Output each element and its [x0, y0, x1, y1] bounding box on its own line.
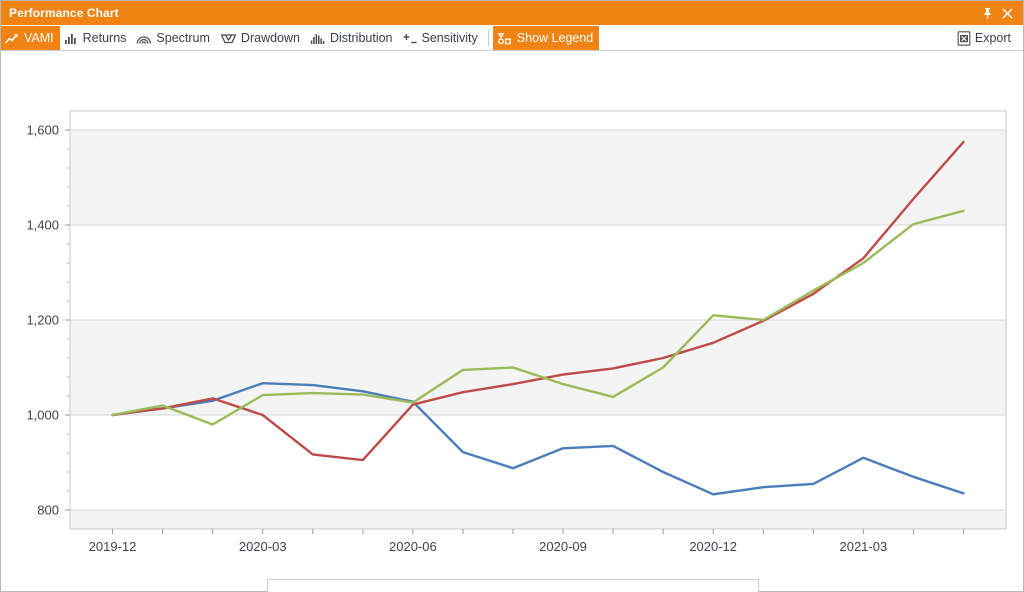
tab-drawdown[interactable]: Drawdown [216, 26, 306, 50]
tab-distribution-label: Distribution [330, 26, 393, 50]
y-tick-label: 1,200 [26, 313, 59, 328]
tab-drawdown-label: Drawdown [241, 26, 300, 50]
toolbar-separator [488, 29, 489, 46]
x-tick-label: 2019-12 [89, 539, 137, 554]
window-title: Performance Chart [9, 1, 977, 25]
tab-sensitivity-label: Sensitivity [422, 26, 478, 50]
spectrum-icon [136, 32, 152, 45]
window-titlebar: Performance Chart [1, 1, 1023, 25]
chart-legend: U.S. Dollar IndexCPI All Items Monthly C… [267, 579, 759, 592]
performance-chart-window: Performance Chart VAMI [0, 0, 1024, 592]
x-tick-label: 2020-12 [689, 539, 737, 554]
y-tick-label: 1,400 [26, 218, 59, 233]
toggle-show-legend[interactable]: Show Legend [493, 26, 599, 50]
plot-band [70, 510, 1006, 529]
chart-canvas: 800 1,000 1,200 1,400 1,600 2019-12 2020-03 202… [1, 51, 1023, 591]
trend-up-icon [5, 32, 20, 45]
x-tick-label: 2021-03 [839, 539, 887, 554]
bar-chart-icon [64, 32, 79, 45]
y-tick-label: 1,600 [26, 123, 59, 138]
drawdown-icon [220, 32, 237, 45]
histogram-icon [310, 32, 326, 45]
pin-icon[interactable] [977, 3, 997, 23]
plot-band [70, 130, 1006, 225]
y-tick-label: 800 [37, 503, 59, 518]
x-tick-label: 2020-06 [389, 539, 437, 554]
export-label: Export [975, 26, 1011, 50]
performance-line-chart: 800 1,000 1,200 1,400 1,600 2019-12 2020-03 202… [1, 51, 1023, 591]
tab-distribution[interactable]: Distribution [306, 26, 399, 50]
tab-returns-label: Returns [83, 26, 127, 50]
close-icon[interactable] [997, 3, 1017, 23]
x-tick-label: 2020-03 [239, 539, 287, 554]
x-tick-label: 2020-09 [539, 539, 587, 554]
chart-toolbar: VAMI Returns [1, 25, 1023, 51]
tab-spectrum[interactable]: Spectrum [132, 26, 216, 50]
tab-sensitivity[interactable]: Sensitivity [399, 26, 484, 50]
export-button[interactable]: Export [953, 26, 1017, 50]
tab-vami-label: VAMI [24, 26, 54, 50]
tab-vami[interactable]: VAMI [1, 26, 60, 50]
toolbar-spacer [599, 25, 953, 50]
legend-icon [497, 32, 513, 45]
toggle-show-legend-label: Show Legend [517, 26, 593, 50]
plot-band [70, 111, 1006, 130]
y-tick-label: 1,000 [26, 408, 59, 423]
tab-spectrum-label: Spectrum [156, 26, 210, 50]
tab-returns[interactable]: Returns [60, 26, 133, 50]
sensitivity-icon [403, 32, 418, 45]
excel-export-icon [957, 31, 971, 46]
